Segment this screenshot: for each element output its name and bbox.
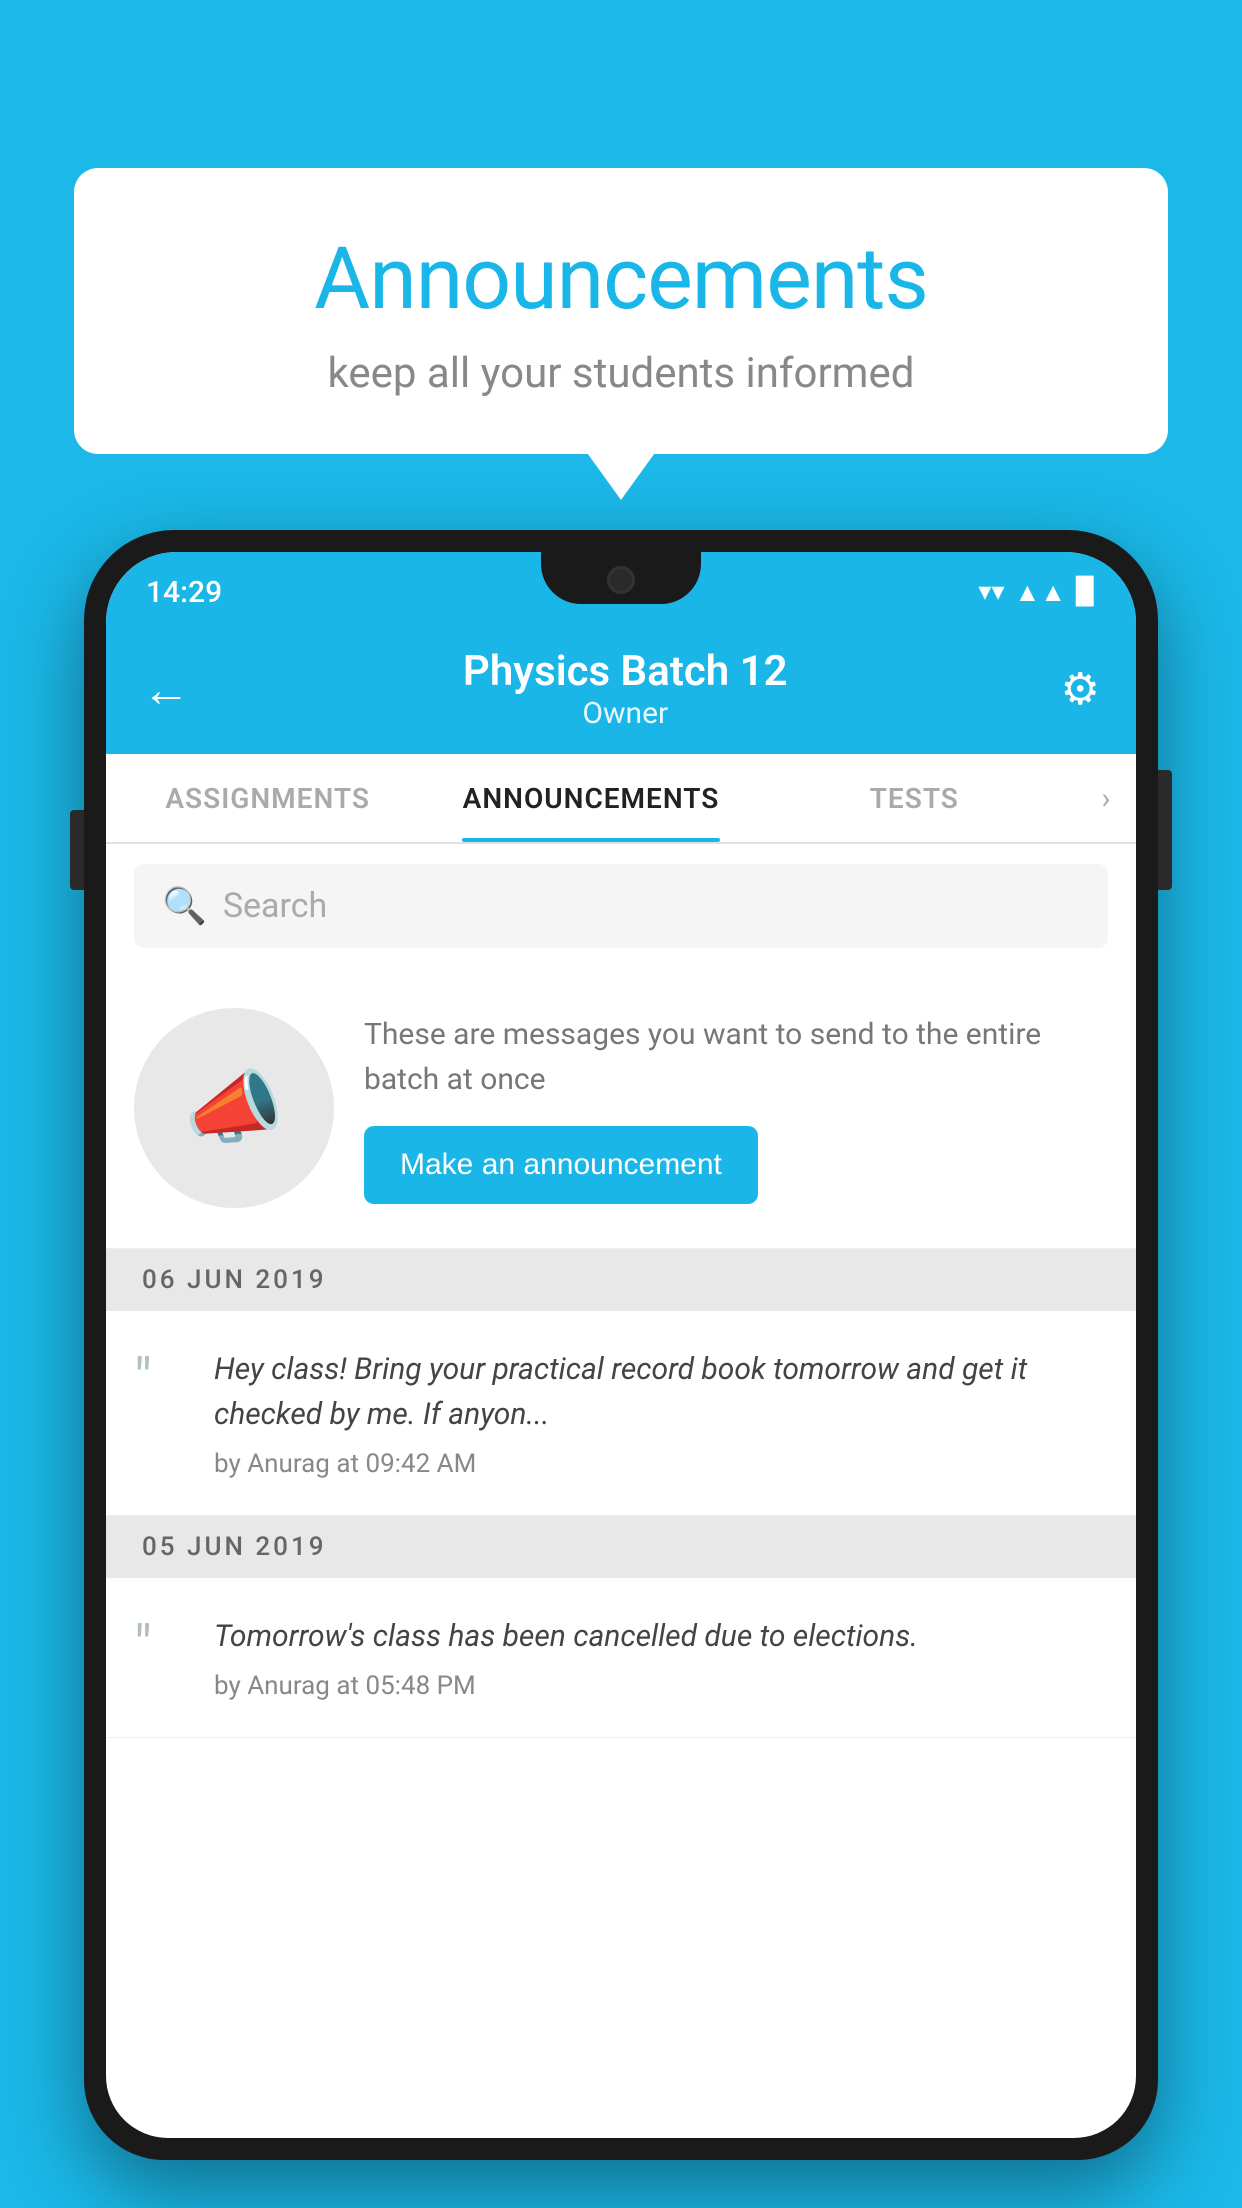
tab-tests[interactable]: TESTS [753,754,1076,842]
tab-assignments[interactable]: ASSIGNMENTS [106,754,429,842]
phone-outer: 14:29 ▾▾ ▲▲ ▉ ← Physics Batch 12 Owner ⚙ [84,530,1158,2160]
make-announcement-button[interactable]: Make an announcement [364,1126,758,1204]
announcement-text-1: Hey class! Bring your practical record b… [214,1347,1108,1437]
quote-icon-1: " [134,1351,190,1407]
announcement-text-2: Tomorrow's class has been cancelled due … [214,1614,1108,1659]
speech-bubble-title: Announcements [122,228,1120,329]
tabs-bar: ASSIGNMENTS ANNOUNCEMENTS TESTS › [106,754,1136,844]
notch-camera [607,566,635,594]
phone-notch [541,552,701,604]
status-icons: ▾▾ ▲▲ ▉ [978,577,1096,608]
announcement-item-2[interactable]: " Tomorrow's class has been cancelled du… [106,1578,1136,1738]
header-center: Physics Batch 12 Owner [463,647,788,731]
app-header: ← Physics Batch 12 Owner ⚙ [106,624,1136,754]
announcement-meta-2: by Anurag at 05:48 PM [214,1671,1108,1701]
date-separator-1: 06 JUN 2019 [106,1249,1136,1311]
speech-bubble: Announcements keep all your students inf… [74,168,1168,454]
promo-description: These are messages you want to send to t… [364,1012,1108,1102]
announcement-promo: 📣 These are messages you want to send to… [106,968,1136,1249]
speech-bubble-subtitle: keep all your students informed [122,349,1120,398]
promo-content: These are messages you want to send to t… [364,1012,1108,1204]
signal-icon: ▲▲ [1015,577,1066,608]
back-button[interactable]: ← [142,661,190,718]
header-subtitle: Owner [463,696,788,731]
announcement-content-2: Tomorrow's class has been cancelled due … [214,1614,1108,1701]
phone-screen: 14:29 ▾▾ ▲▲ ▉ ← Physics Batch 12 Owner ⚙ [106,552,1136,2138]
announcement-meta-1: by Anurag at 09:42 AM [214,1449,1108,1479]
battery-icon: ▉ [1076,577,1096,607]
announcement-item-1[interactable]: " Hey class! Bring your practical record… [106,1311,1136,1516]
announcement-content-1: Hey class! Bring your practical record b… [214,1347,1108,1479]
search-bar[interactable]: 🔍 Search [134,864,1108,948]
promo-icon-circle: 📣 [134,1008,334,1208]
tab-announcements[interactable]: ANNOUNCEMENTS [429,754,752,842]
search-input[interactable]: Search [223,886,327,926]
header-title: Physics Batch 12 [463,647,788,696]
megaphone-icon: 📣 [184,1061,284,1155]
phone-wrapper: 14:29 ▾▾ ▲▲ ▉ ← Physics Batch 12 Owner ⚙ [84,530,1158,2208]
status-time: 14:29 [146,575,222,610]
search-container: 🔍 Search [106,844,1136,968]
quote-icon-2: " [134,1618,190,1674]
date-separator-2: 05 JUN 2019 [106,1516,1136,1578]
speech-bubble-section: Announcements keep all your students inf… [74,168,1168,454]
tab-more[interactable]: › [1076,781,1136,816]
settings-button[interactable]: ⚙ [1061,663,1100,715]
search-icon: 🔍 [162,885,207,927]
wifi-icon: ▾▾ [978,577,1004,607]
